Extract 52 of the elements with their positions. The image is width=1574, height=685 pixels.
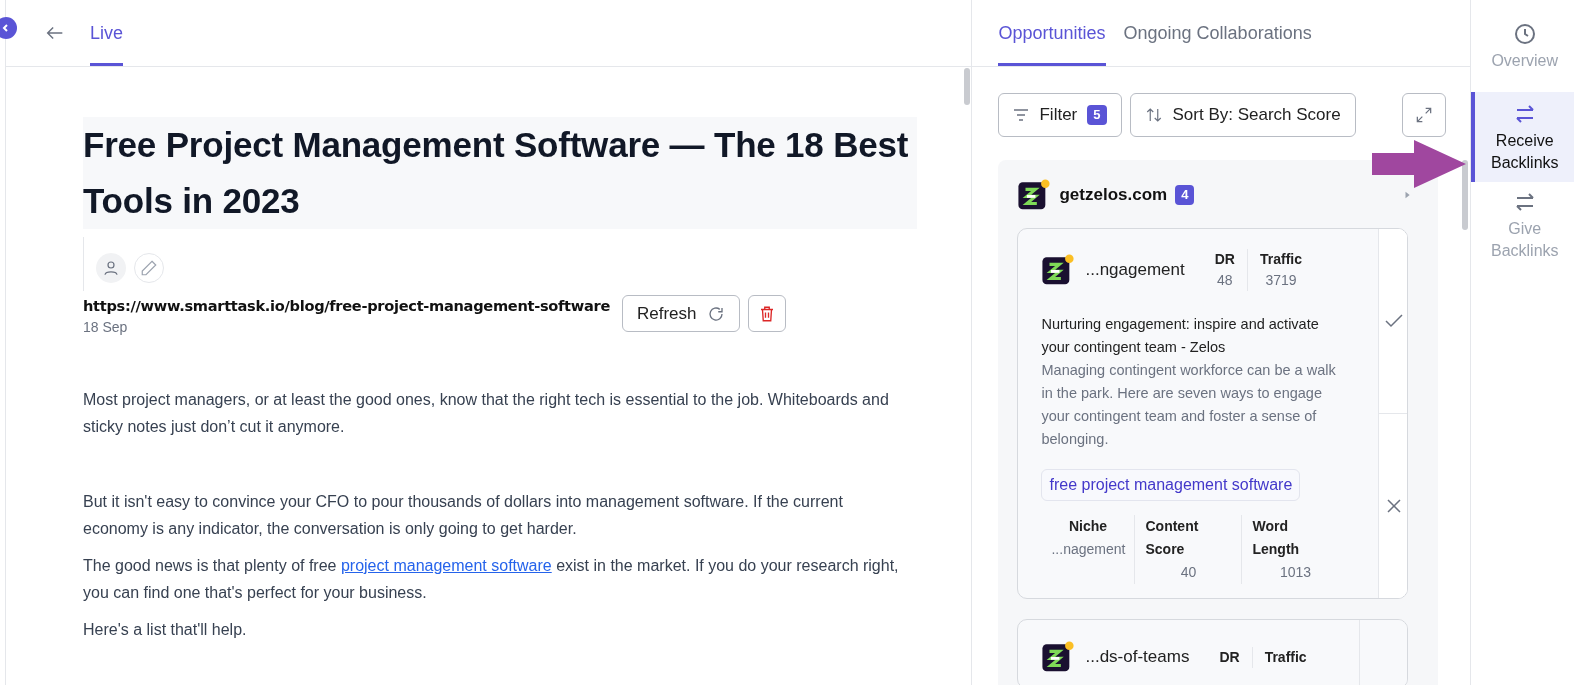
article-date: 18 Sep bbox=[83, 317, 129, 337]
article-title: Free Project Management Software — The 18 Best Tools in 2023 bbox=[83, 117, 917, 229]
domain-name: getzelos.com bbox=[1059, 184, 1168, 207]
count-badge: 4 bbox=[1175, 185, 1195, 205]
stat-label: Traffic bbox=[1264, 647, 1307, 667]
expand-button[interactable] bbox=[1402, 93, 1447, 137]
article-paragraph: Here's a list that'll help. bbox=[83, 619, 248, 640]
stat-label: Traffic bbox=[1259, 250, 1302, 269]
chevron-icon bbox=[1, 23, 11, 33]
metric-label: Content Score bbox=[1145, 517, 1200, 559]
logo-icon bbox=[1041, 253, 1076, 287]
collapse-button[interactable] bbox=[0, 17, 17, 39]
user-icon[interactable] bbox=[96, 253, 126, 283]
card-title: ...ngagement bbox=[1085, 259, 1185, 282]
article-url: https://www.smarttask.io/blog/free-project-management-software bbox=[83, 296, 610, 316]
stat-label: DR bbox=[1214, 250, 1235, 269]
logo-icon bbox=[1017, 178, 1052, 212]
stat-label: DR bbox=[1219, 647, 1240, 667]
refresh-icon bbox=[706, 304, 725, 323]
tab[interactable]: Opportunities bbox=[998, 3, 1106, 66]
sort-button[interactable]: Sort By: Search Score bbox=[1129, 93, 1356, 137]
tab[interactable]: Live bbox=[90, 3, 124, 66]
metric-value: 40 bbox=[1179, 563, 1198, 582]
metric-value: 1013 bbox=[1278, 563, 1313, 582]
accept-button[interactable] bbox=[1379, 229, 1408, 414]
scrollbar-thumb[interactable] bbox=[964, 68, 970, 105]
keyword-tag: free project management software bbox=[1041, 469, 1301, 501]
delete-button[interactable] bbox=[747, 295, 786, 332]
stat-value: 3719 bbox=[1264, 271, 1298, 290]
nav-item[interactable]: Receive Backlinks bbox=[1471, 92, 1574, 182]
article-paragraph: Most project managers, or at least the good ones, know that the right tech is essential to the job. Whiteboards and sticky notes just don’t cut it anymore. bbox=[83, 389, 890, 437]
metric-label: Word Length bbox=[1252, 517, 1301, 559]
filter-button[interactable]: Filter 5 bbox=[998, 93, 1122, 137]
filter-icon bbox=[1013, 108, 1030, 122]
scrollbar-thumb[interactable] bbox=[1462, 160, 1469, 230]
clock-icon bbox=[1512, 22, 1537, 46]
metric-value: ...nagement bbox=[1051, 540, 1125, 559]
logo-icon bbox=[1041, 640, 1076, 674]
article-paragraph: The good news is that plenty of free project management software exist in the market. If you do your research right, you can find one that's perfect for your business. bbox=[83, 555, 900, 603]
stat-value: 48 bbox=[1216, 271, 1234, 290]
article-paragraph: But it isn't easy to convince your CFO to pour thousands of dollars into management software. If the current economy is any indicator, the conversation is only going to get harder. bbox=[83, 491, 844, 539]
close-icon bbox=[1386, 498, 1403, 514]
check-icon bbox=[1385, 314, 1404, 328]
tab[interactable]: Ongoing Collaborations bbox=[1123, 3, 1312, 66]
article-link[interactable]: project management software bbox=[340, 556, 552, 574]
sort-icon bbox=[1144, 106, 1163, 124]
metric-label: Niche bbox=[1067, 517, 1109, 536]
card-headline: Nurturing engagement: inspire and activate your contingent team - Zelos bbox=[1041, 315, 1320, 357]
card-title: ...ds-of-teams bbox=[1085, 646, 1190, 669]
refresh-button[interactable]: Refresh bbox=[622, 295, 740, 332]
count-badge: 5 bbox=[1087, 105, 1107, 125]
card-description: Managing contingent workforce can be a walk in the park. Here are seven ways to engage your contingent team and foster a sense of belonging. bbox=[1041, 361, 1337, 449]
